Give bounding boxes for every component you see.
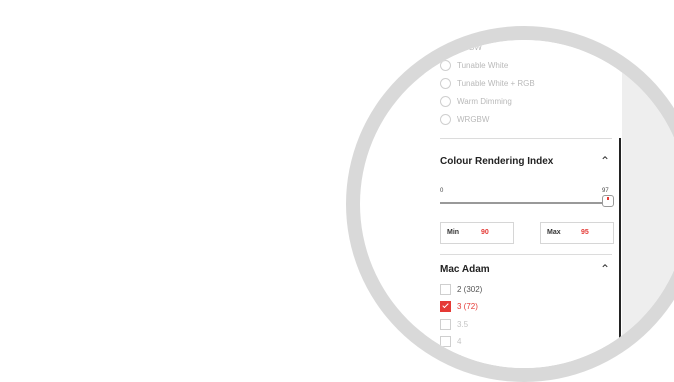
cri-slider-handle[interactable] bbox=[602, 195, 614, 207]
handle-marker bbox=[607, 197, 609, 200]
checkbox-label: 5 bbox=[457, 353, 462, 363]
scrollbar[interactable] bbox=[619, 138, 621, 348]
radio-option-tunable-white-rgb[interactable]: Tunable White + RGB bbox=[440, 75, 535, 91]
checkbox[interactable] bbox=[440, 283, 451, 295]
radio-label: RGBW bbox=[457, 42, 482, 52]
radio-button[interactable] bbox=[440, 113, 451, 125]
magnifier-lens: RGBW Tunable White Tunable White + RGB W… bbox=[360, 40, 674, 368]
radio-button[interactable] bbox=[440, 59, 451, 71]
checkbox-label: 2 (302) bbox=[457, 284, 483, 294]
checkbox-option-2[interactable]: 2 (302) bbox=[440, 281, 482, 297]
checkbox-label: 3.5 bbox=[457, 319, 469, 329]
min-label: Min bbox=[447, 229, 460, 236]
filter-panel: RGBW Tunable White Tunable White + RGB W… bbox=[424, 40, 620, 368]
magnifier-ring: RGBW Tunable White Tunable White + RGB W… bbox=[346, 26, 674, 382]
checkbox-label: 4 bbox=[457, 336, 462, 346]
radio-label: Tunable White + RGB bbox=[457, 78, 535, 88]
checkbox[interactable] bbox=[440, 318, 451, 330]
radio-button[interactable] bbox=[440, 95, 451, 107]
min-value[interactable]: 90 bbox=[481, 229, 489, 236]
radio-option-tunable-white[interactable]: Tunable White bbox=[440, 57, 508, 73]
cri-slider-track[interactable] bbox=[440, 202, 608, 204]
radio-option-wrgbw[interactable]: WRGBW bbox=[440, 111, 489, 127]
section-divider bbox=[440, 254, 612, 255]
checkbox-label: 3 (72) bbox=[457, 301, 478, 311]
cri-min-field[interactable]: Min 90 bbox=[440, 222, 514, 244]
checkbox-option-3-5[interactable]: 3.5 bbox=[440, 316, 468, 332]
checkbox[interactable] bbox=[440, 300, 451, 312]
max-value[interactable]: 95 bbox=[581, 229, 589, 236]
cri-range-min: 0 bbox=[440, 188, 444, 194]
section-divider bbox=[440, 138, 612, 139]
max-label: Max bbox=[547, 229, 561, 236]
radio-label: Tunable White bbox=[457, 60, 509, 70]
checkbox-option-4[interactable]: 4 bbox=[440, 333, 461, 349]
radio-option-rgbw[interactable]: RGBW bbox=[440, 40, 482, 55]
checkbox[interactable] bbox=[440, 335, 451, 347]
radio-button[interactable] bbox=[440, 77, 451, 89]
cri-slider-fill bbox=[440, 202, 606, 204]
radio-option-warm-dimming[interactable]: Warm Dimming bbox=[440, 93, 512, 109]
cri-section-title: Colour Rendering Index bbox=[440, 156, 554, 167]
cri-max-field[interactable]: Max 95 bbox=[540, 222, 614, 244]
checkbox-option-5[interactable]: 5 bbox=[440, 350, 461, 366]
radio-button[interactable] bbox=[440, 41, 451, 53]
checkbox[interactable] bbox=[440, 352, 451, 364]
chevron-up-icon[interactable]: ⌃ bbox=[600, 262, 610, 276]
checkbox-option-3[interactable]: 3 (72) bbox=[440, 298, 478, 314]
mac-adam-section-title: Mac Adam bbox=[440, 264, 490, 275]
radio-label: Warm Dimming bbox=[457, 96, 512, 106]
cri-range-max: 97 bbox=[602, 188, 609, 194]
scroll-gutter bbox=[622, 40, 674, 368]
radio-label: WRGBW bbox=[457, 114, 490, 124]
chevron-up-icon[interactable]: ⌃ bbox=[600, 154, 610, 168]
